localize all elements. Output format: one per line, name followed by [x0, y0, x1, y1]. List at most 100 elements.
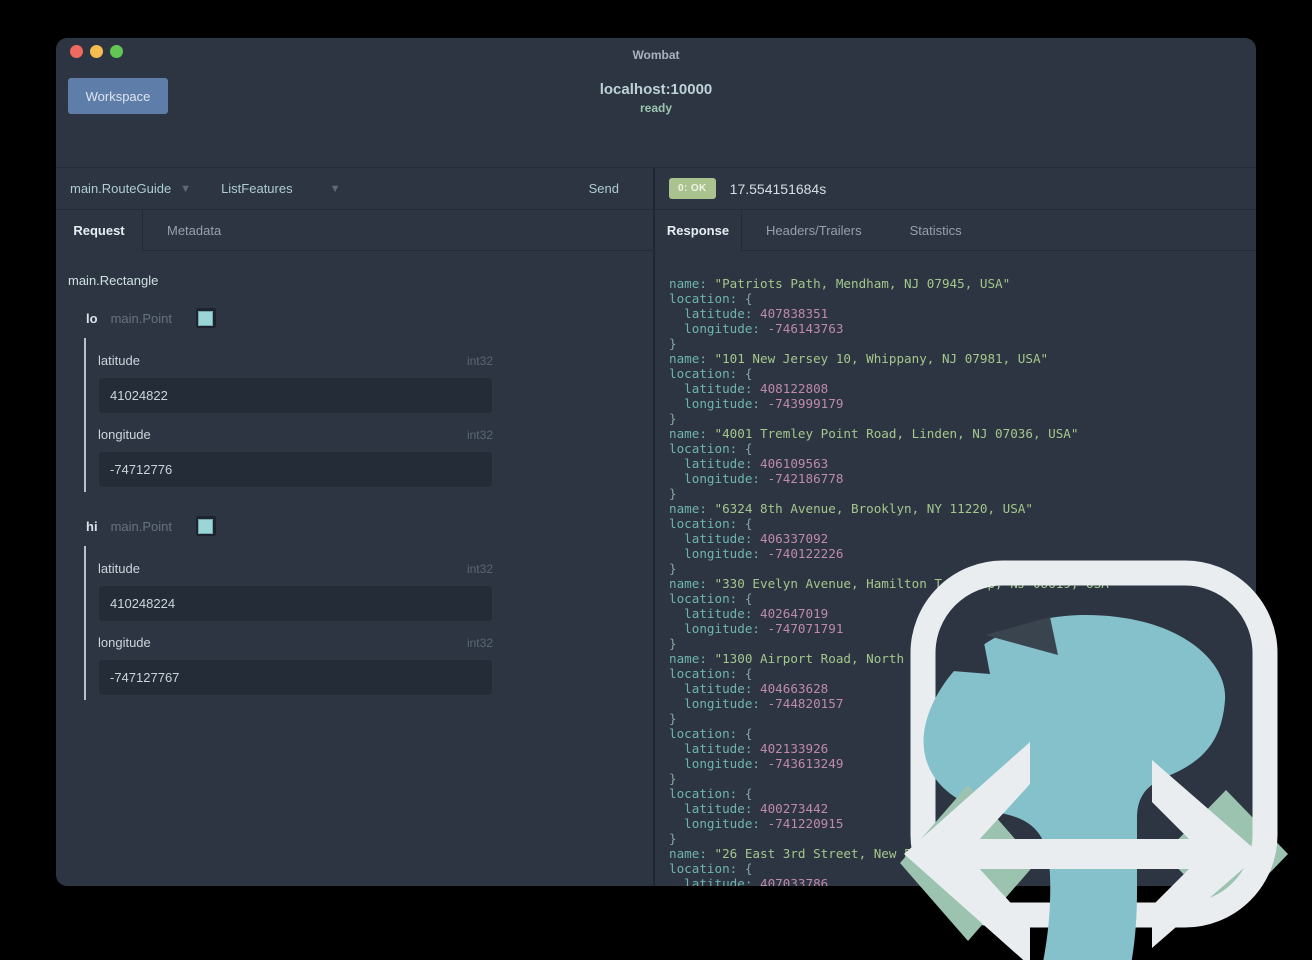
minimize-button[interactable]: [90, 44, 103, 58]
field-group-header-lo: lo main.Point: [86, 308, 653, 328]
tab-statistics[interactable]: Statistics: [886, 210, 986, 250]
response-line: longitude: -743999179: [669, 396, 844, 411]
message-type-label: main.Rectangle: [68, 273, 159, 288]
response-line: longitude: -740122226: [669, 546, 844, 561]
response-line: }: [669, 486, 677, 501]
tab-metadata[interactable]: Metadata: [143, 210, 245, 250]
response-line: longitude: -747071791: [669, 621, 844, 636]
response-line: longitude: -746143763: [669, 321, 844, 336]
response-line: location: {: [669, 666, 753, 681]
host-address: localhost:10000: [599, 81, 713, 98]
call-duration: 17.554151684s: [729, 180, 827, 197]
field-row: longitude int32: [98, 635, 493, 696]
response-line: name: "330 Evelyn Avenue, Hamilton Towns…: [669, 576, 1117, 591]
traffic-lights: [70, 38, 123, 64]
tab-request[interactable]: Request: [56, 210, 143, 251]
response-line: location: {: [669, 516, 753, 531]
chevron-down-icon: ▼: [329, 182, 341, 195]
field-label: latitude: [98, 561, 140, 576]
response-line: name: "101 New Jersey 10, Whippany, NJ 0…: [669, 351, 1049, 366]
field-group-lo: latitude int32 longitude int32: [84, 338, 653, 492]
response-line: }: [669, 636, 677, 651]
response-line: latitude: 407033786: [669, 876, 829, 886]
field-group-hi: latitude int32 longitude int32: [84, 546, 653, 700]
lo-longitude-input[interactable]: [98, 451, 493, 488]
window-title: Wombat: [632, 48, 680, 62]
hi-latitude-input[interactable]: [98, 585, 493, 622]
response-line: latitude: 402647019: [669, 606, 829, 621]
close-button[interactable]: [70, 44, 83, 58]
field-label: latitude: [98, 353, 140, 368]
field-group-header-hi: hi main.Point: [86, 516, 653, 536]
response-line: }: [669, 561, 677, 576]
response-line: longitude: -743613249: [669, 756, 844, 771]
response-line: longitude: -742186778: [669, 471, 844, 486]
response-line: name: "26 East 3rd Street, New Pr: [669, 846, 920, 861]
response-line: latitude: 407838351: [669, 306, 829, 321]
field-type: main.Point: [110, 518, 172, 534]
tab-response[interactable]: Response: [655, 210, 742, 251]
lo-latitude-input[interactable]: [98, 377, 493, 414]
checkbox-fill: [198, 518, 214, 534]
request-tabbar: Request Metadata: [56, 210, 653, 251]
response-line: location: {: [669, 366, 753, 381]
field-row: latitude int32: [98, 561, 493, 622]
response-line: name: "6324 8th Avenue, Brooklyn, NY 112…: [669, 501, 1033, 516]
response-line: location: {: [669, 291, 753, 306]
response-content: name: "Patriots Path, Mendham, NJ 07945,…: [655, 251, 1256, 886]
response-line: latitude: 406109563: [669, 456, 829, 471]
field-name: lo: [86, 310, 98, 326]
header: Workspace localhost:10000 ready: [56, 64, 1256, 168]
response-line: }: [669, 711, 677, 726]
tab-headers-trailers[interactable]: Headers/Trailers: [742, 210, 886, 250]
wombat-window: Wombat Workspace localhost:10000 ready m…: [56, 38, 1256, 886]
checkbox-fill: [198, 310, 214, 326]
response-line: latitude: 400273442: [669, 801, 829, 816]
field-label: longitude: [98, 635, 151, 650]
field-name: hi: [86, 518, 98, 534]
field-row: longitude int32: [98, 427, 493, 488]
service-select-label: main.RouteGuide: [70, 181, 172, 196]
zoom-button[interactable]: [110, 44, 123, 58]
screenshot-stage: Wombat Workspace localhost:10000 ready m…: [0, 0, 1312, 960]
field-type-hint: int32: [466, 428, 493, 442]
response-line: latitude: 408122808: [669, 381, 829, 396]
field-label: longitude: [98, 427, 151, 442]
method-select[interactable]: ListFeatures ▼: [221, 181, 340, 196]
send-button[interactable]: Send: [589, 181, 619, 196]
response-line: }: [669, 411, 677, 426]
response-line: latitude: 404663628: [669, 681, 829, 696]
field-type-hint: int32: [466, 562, 493, 576]
response-line: name: "1300 Airport Road, North Br: [669, 651, 927, 666]
response-line: }: [669, 336, 677, 351]
response-line: }: [669, 771, 677, 786]
request-toolbar: main.RouteGuide ▼ ListFeatures ▼ Send: [56, 168, 653, 210]
response-line: name: "4001 Tremley Point Road, Linden, …: [669, 426, 1079, 441]
connection-ready-status: ready: [639, 101, 673, 115]
service-select[interactable]: main.RouteGuide ▼: [70, 181, 191, 196]
response-line: longitude: -744820157: [669, 696, 844, 711]
request-pane: main.RouteGuide ▼ ListFeatures ▼ Send Re…: [56, 168, 655, 886]
response-line: location: {: [669, 441, 753, 456]
field-type: main.Point: [110, 310, 172, 326]
lo-point-checkbox[interactable]: [195, 308, 216, 328]
titlebar: Wombat: [56, 38, 1256, 64]
hi-longitude-input[interactable]: [98, 659, 493, 696]
response-line: location: {: [669, 861, 753, 876]
field-row: latitude int32: [98, 353, 493, 414]
response-line: location: {: [669, 726, 753, 741]
request-form: main.Rectangle lo main.Point latitude in…: [56, 251, 653, 886]
response-line: }: [669, 831, 677, 846]
field-type-hint: int32: [466, 636, 493, 650]
chevron-down-icon: ▼: [180, 182, 192, 195]
status-badge: 0: OK: [669, 178, 716, 199]
response-output[interactable]: name: "Patriots Path, Mendham, NJ 07945,…: [655, 251, 1256, 886]
hi-point-checkbox[interactable]: [195, 516, 216, 536]
response-line: longitude: -741220915: [669, 816, 844, 831]
response-line: latitude: 402133926: [669, 741, 829, 756]
method-select-label: ListFeatures: [221, 181, 293, 196]
response-line: location: {: [669, 786, 753, 801]
response-pane: 0: OK 17.554151684s Response Headers/Tra…: [655, 168, 1256, 886]
response-line: name: "Patriots Path, Mendham, NJ 07945,…: [669, 276, 1011, 291]
response-line: latitude: 406337092: [669, 531, 829, 546]
